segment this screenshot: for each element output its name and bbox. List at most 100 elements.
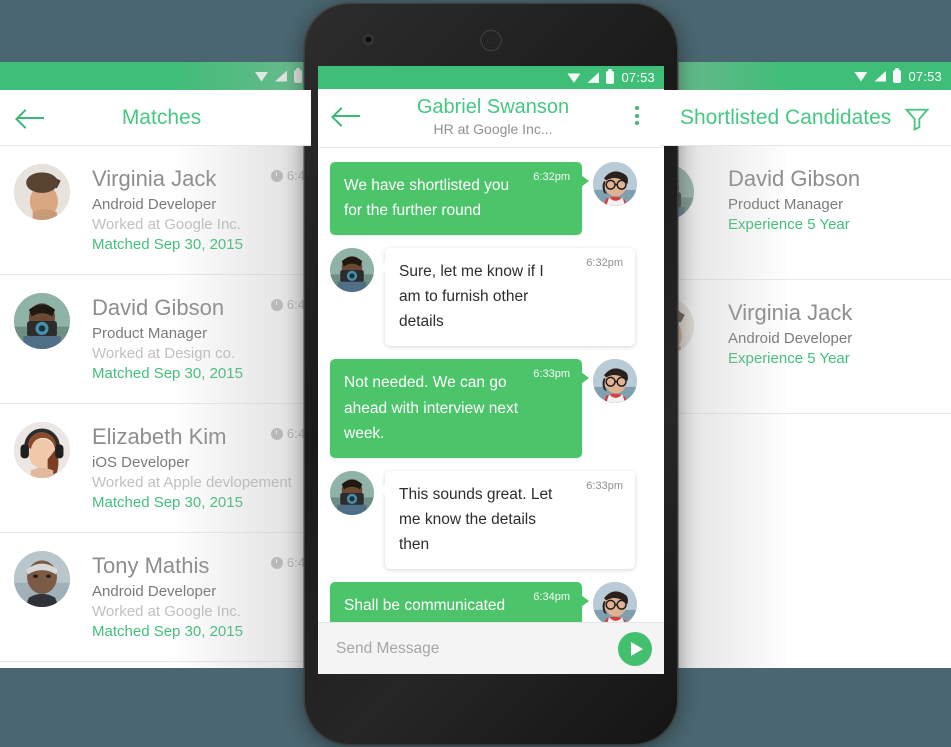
message-bubble: 6:32pm We have shortlisted you for the fu… — [330, 161, 589, 236]
chat-app-bar: Gabriel Swanson HR at Google Inc... — [318, 88, 664, 148]
match-company: Worked at Google Inc. — [92, 216, 241, 233]
match-time-text: 6:4 — [286, 555, 305, 570]
match-role: iOS Developer — [92, 454, 190, 471]
chat-message: 6:33pm Not needed. We can go ahead with i… — [330, 359, 652, 458]
message-bubble: 6:33pm Not needed. We can go ahead with i… — [330, 359, 589, 458]
chat-contact-name: Gabriel Swanson — [416, 95, 570, 118]
match-role: Android Developer — [92, 583, 217, 600]
match-date: Matched Sep 30, 2015 — [92, 494, 243, 511]
wifi-icon — [854, 72, 868, 82]
match-role: Product Manager — [92, 325, 208, 342]
matches-title: Matches — [121, 105, 202, 129]
battery-icon — [294, 67, 302, 83]
match-date: Matched Sep 30, 2015 — [92, 623, 243, 640]
avatar — [14, 551, 70, 607]
match-row[interactable]: David Gibson Product Manager Worked at Des… — [0, 275, 311, 404]
candidate-name: David Gibson — [728, 166, 861, 191]
match-role: Android Developer — [92, 196, 217, 213]
back-arrow-icon[interactable] — [334, 106, 360, 126]
match-row[interactable]: Virginia Jack Android Developer Worked at … — [0, 146, 311, 275]
match-info: Elizabeth Kim iOS Developer Worked at Appl… — [92, 422, 292, 511]
status-bar-right: 07:53 — [660, 62, 951, 90]
message-text: Sure, let me know if I am to furnish oth… — [399, 263, 544, 331]
candidate-info: Virginia Jack Android Developer Experience… — [728, 298, 852, 367]
shortlisted-row[interactable]: David Gibson Product Manager Experience 5 … — [660, 146, 951, 280]
message-avatar — [593, 161, 637, 206]
signal-icon — [587, 71, 600, 83]
avatar — [14, 164, 70, 220]
message-bubble: 6:32pm Sure, let me know if I am to furni… — [378, 248, 635, 347]
status-time: 07:53 — [908, 68, 942, 84]
match-date: Matched Sep 30, 2015 — [92, 365, 243, 382]
chat-contact-subtitle: HR at Google Inc... — [433, 120, 553, 137]
shortlisted-title: Shortlisted Candidates — [680, 105, 892, 129]
front-camera-icon — [364, 35, 373, 44]
status-time: 07:53 — [621, 69, 655, 85]
message-text: Not needed. We can go ahead with intervi… — [344, 374, 519, 442]
signal-icon — [275, 70, 287, 82]
clock-icon — [270, 556, 283, 569]
match-info: Tony Mathis Android Developer Worked at Go… — [92, 551, 243, 640]
wifi-icon — [255, 72, 268, 82]
chat-title-group: Gabriel Swanson HR at Google Inc... — [360, 95, 626, 137]
clock-icon — [270, 169, 283, 182]
candidate-experience: Experience 5 Year — [728, 216, 850, 233]
shortlisted-app-bar: Shortlisted Candidates — [660, 90, 951, 146]
candidate-role: Product Manager — [728, 196, 844, 213]
match-time-text: 6:4 — [286, 297, 305, 312]
matches-app-bar: Matches — [0, 90, 311, 146]
chat-message-list[interactable]: 6:32pm We have shortlisted you for the fu… — [318, 147, 664, 622]
wifi-icon — [567, 73, 581, 83]
message-avatar — [330, 470, 374, 515]
match-name: Virginia Jack — [92, 166, 217, 191]
message-bubble: 6:33pm This sounds great. Let me know the… — [378, 470, 635, 570]
clock-icon — [270, 427, 283, 440]
message-text: This sounds great. Let me know the detai… — [399, 485, 553, 553]
message-avatar — [330, 248, 374, 293]
chat-message: 6:33pm This sounds great. Let me know the… — [330, 470, 652, 570]
send-button[interactable] — [618, 631, 652, 666]
candidate-role: Android Developer — [728, 330, 853, 347]
message-time: 6:32pm — [586, 257, 623, 270]
more-vertical-icon[interactable] — [626, 106, 648, 126]
match-timestamp: 6:4 — [270, 168, 305, 183]
message-avatar — [593, 582, 637, 622]
match-row[interactable]: Tony Mathis Android Developer Worked at Go… — [0, 533, 311, 662]
match-time-text: 6:4 — [286, 168, 305, 183]
match-info: David Gibson Product Manager Worked at Des… — [92, 293, 243, 382]
match-row[interactable]: Elizabeth Kim iOS Developer Worked at Appl… — [0, 404, 311, 533]
match-time-text: 6:4 — [286, 426, 305, 441]
battery-icon — [606, 68, 615, 84]
shortlisted-list: David Gibson Product Manager Experience 5 … — [660, 146, 951, 414]
back-arrow-icon[interactable] — [18, 108, 44, 128]
match-date: Matched Sep 30, 2015 — [92, 236, 243, 253]
signal-icon — [874, 70, 887, 82]
avatar — [14, 293, 70, 349]
clock-icon — [270, 298, 283, 311]
candidate-experience: Experience 5 Year — [728, 350, 850, 367]
avatar — [14, 422, 70, 478]
message-composer — [318, 622, 664, 674]
match-company: Worked at Design co. — [92, 345, 236, 362]
shortlisted-row[interactable]: Virginia Jack Android Developer Experience… — [660, 280, 951, 414]
match-timestamp: 6:4 — [270, 297, 305, 312]
phone-screen: 07:53 Gabriel Swanson HR at Google Inc..… — [318, 66, 664, 674]
status-bar-phone: 07:53 — [318, 66, 664, 89]
match-timestamp: 6:4 — [270, 555, 305, 570]
match-info: Virginia Jack Android Developer Worked at … — [92, 164, 243, 253]
status-bar-left — [0, 62, 311, 90]
filter-funnel-icon[interactable] — [903, 105, 931, 131]
battery-icon — [893, 67, 902, 83]
matches-panel: Matches Virginia Jack Android Developer Wo… — [0, 62, 311, 668]
match-name: David Gibson — [92, 295, 225, 320]
matches-list: Virginia Jack Android Developer Worked at … — [0, 146, 311, 662]
message-time: 6:33pm — [586, 479, 623, 492]
chat-message: 6:34pmShall be communicated to you withi… — [330, 582, 652, 622]
phone-device: 07:53 Gabriel Swanson HR at Google Inc..… — [305, 4, 677, 744]
message-bubble: 6:34pmShall be communicated to you withi… — [330, 582, 589, 622]
earpiece-speaker-icon — [481, 31, 501, 50]
message-input[interactable] — [336, 639, 618, 658]
send-icon — [630, 641, 643, 656]
candidate-name: Virginia Jack — [728, 300, 853, 325]
chat-message: 6:32pm We have shortlisted you for the fu… — [330, 161, 652, 236]
